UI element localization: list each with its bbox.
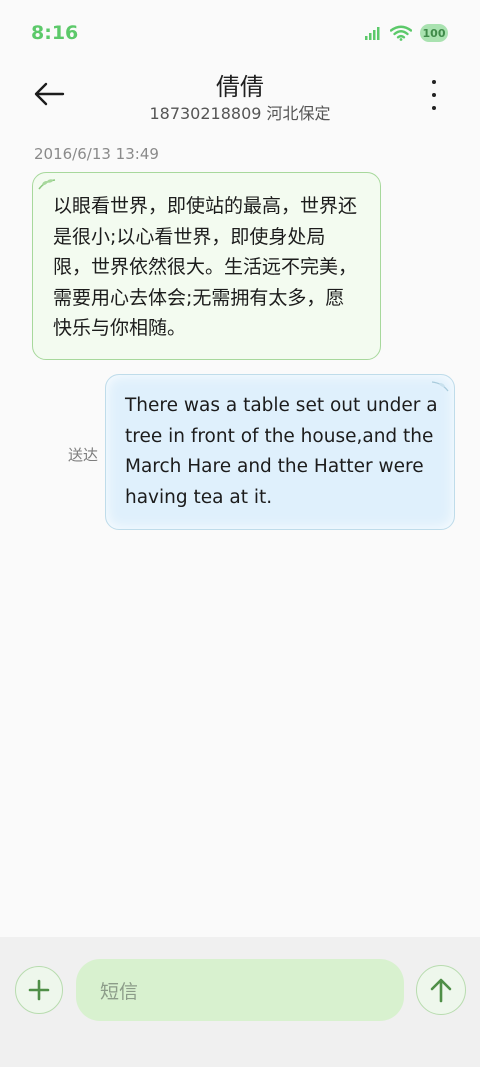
conversation-header: 倩倩 18730218809 河北保定 bbox=[0, 62, 480, 132]
plus-icon bbox=[28, 979, 50, 1001]
contact-name: 倩倩 bbox=[216, 73, 264, 101]
incoming-message-text: 以眼看世界，即使站的最高，世界还是很小;以心看世界，即使身处局限，世界依然很大。… bbox=[53, 195, 358, 339]
status-time: 8:16 bbox=[31, 22, 79, 44]
outgoing-message-text: There was a table set out under a tree i… bbox=[125, 395, 438, 508]
outgoing-message-bubble[interactable]: There was a table set out under a tree i… bbox=[105, 374, 455, 530]
message-timestamp: 2016/6/13 13:49 bbox=[34, 145, 159, 163]
composer-bar: 短信 bbox=[0, 937, 480, 1067]
status-bar: 8:16 100 bbox=[0, 0, 480, 68]
arrow-up-icon bbox=[430, 978, 452, 1003]
delivery-status: 送达 bbox=[68, 446, 99, 464]
battery-indicator: 100 bbox=[420, 24, 448, 42]
status-icons: 100 bbox=[364, 24, 448, 42]
message-input-placeholder: 短信 bbox=[100, 980, 139, 1003]
add-attachment-button[interactable] bbox=[15, 966, 63, 1014]
sms-conversation-screen: 8:16 100 倩倩 18730218809 河北保定 2016/6/13 1… bbox=[0, 0, 480, 1067]
contact-number-location: 18730218809 河北保定 bbox=[149, 104, 331, 123]
wifi-icon bbox=[390, 25, 412, 41]
leaf-decoration-icon bbox=[431, 381, 449, 392]
leaf-decoration-icon bbox=[38, 179, 56, 190]
send-button[interactable] bbox=[416, 965, 466, 1015]
more-options-button[interactable] bbox=[424, 78, 444, 112]
more-vertical-icon bbox=[432, 80, 436, 84]
incoming-message-bubble[interactable]: 以眼看世界，即使站的最高，世界还是很小;以心看世界，即使身处局限，世界依然很大。… bbox=[32, 172, 381, 360]
message-input[interactable]: 短信 bbox=[76, 959, 404, 1021]
signal-icon bbox=[365, 27, 380, 40]
